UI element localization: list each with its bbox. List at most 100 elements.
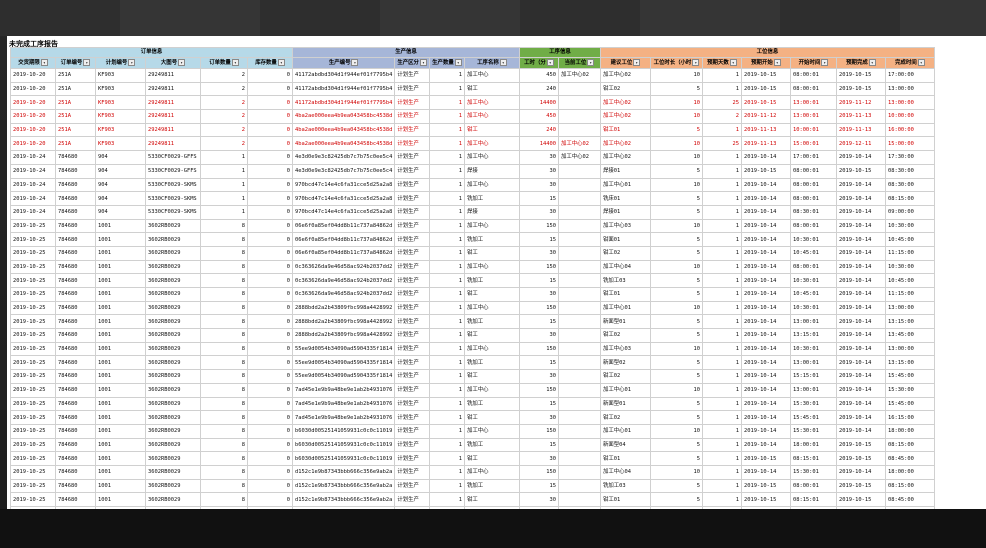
table-cell[interactable]: 铣加工 [463,396,520,412]
table-cell[interactable]: 1 [200,150,248,165]
table-cell[interactable]: 2019-10-14 [835,259,886,275]
table-cell[interactable]: 加工中心01 [599,423,651,439]
table-cell[interactable]: 1001 [95,369,146,384]
table-cell[interactable]: 钳工02 [599,369,651,384]
table-cell[interactable]: 10 [649,95,703,111]
table-cell[interactable]: 0 [247,259,293,275]
table-cell[interactable]: 1 [428,204,465,220]
table-cell[interactable]: 1001 [95,232,146,247]
table-cell[interactable]: 15:30:01 [789,396,837,412]
table-cell[interactable]: 08:00:01 [789,259,837,275]
table-cell[interactable]: 29249811 [145,95,201,111]
table-cell[interactable]: 1 [428,410,465,425]
table-cell[interactable]: 14400 [518,136,559,152]
table-cell[interactable]: 2019-10-15 [835,478,886,494]
table-cell[interactable]: 计划生产 [394,150,430,165]
table-cell[interactable]: 1 [428,150,465,165]
table-cell[interactable]: 30 [518,150,559,165]
table-cell[interactable]: 15:30:00 [884,382,935,398]
table-cell[interactable]: 1 [428,314,465,330]
table-cell[interactable]: 2019-10-14 [835,287,886,302]
table-cell[interactable]: 10:45:00 [884,273,935,288]
table-cell[interactable]: 0 [247,204,293,220]
table-cell[interactable]: 1001 [95,287,146,302]
table-cell[interactable]: 1 [701,81,742,97]
table-cell[interactable]: 2019-10-25 [10,396,56,412]
table-cell[interactable]: 784680 [55,451,96,466]
table-cell[interactable]: 1 [701,451,742,466]
table-cell[interactable]: 1 [701,369,742,384]
table-cell[interactable]: 3602RB0029 [145,232,201,247]
table-cell[interactable]: 3602RB0029 [145,245,201,261]
table-cell[interactable]: 450 [518,68,559,83]
table-cell[interactable]: 13:45:00 [884,328,935,343]
table-cell[interactable]: 3602RB0029 [145,273,201,288]
table-cell[interactable] [557,492,601,507]
table-cell[interactable]: 1 [701,328,742,343]
table-cell[interactable]: 10 [649,382,703,398]
table-cell[interactable]: 08:45:00 [884,492,935,507]
table-cell[interactable]: 08:30:00 [884,163,935,179]
table-cell[interactable]: 5 [649,273,703,288]
table-cell[interactable]: 1 [701,396,742,412]
table-cell[interactable]: 加工中心 [463,95,520,111]
table-cell[interactable]: 铣加工 [463,437,520,453]
table-cell[interactable]: 13:00:00 [884,341,935,357]
table-cell[interactable]: 8 [200,245,248,261]
table-cell[interactable]: 1 [428,232,465,247]
table-cell[interactable]: 1001 [95,437,146,453]
table-cell[interactable]: 17:00:00 [884,68,935,83]
table-cell[interactable]: 3602RB0029 [145,410,201,425]
table-cell[interactable]: 0 [247,68,293,83]
table-cell[interactable]: 784680 [55,177,96,193]
table-cell[interactable]: 钳工 [463,245,520,261]
table-cell[interactable]: 0 [247,423,293,439]
table-cell[interactable]: 计划生产 [394,191,430,206]
table-cell[interactable]: 0 [247,437,293,453]
table-cell[interactable]: 08:30:01 [789,204,837,220]
table-cell[interactable]: 新面型01 [599,314,651,330]
table-cell[interactable]: 784680 [55,437,96,453]
table-cell[interactable]: 1001 [95,300,146,316]
table-cell[interactable]: 8 [200,478,248,494]
table-cell[interactable]: 784680 [55,218,96,234]
table-cell[interactable]: 加工中心02 [599,136,651,152]
table-cell[interactable]: 1 [428,273,465,288]
table-cell[interactable]: 计划生产 [394,259,430,275]
table-cell[interactable]: 17:00:01 [789,150,837,165]
table-cell[interactable]: 2019-10-14 [835,464,886,480]
table-row[interactable]: 2019-10-20 251A KF903 29249811 2 0 41172abdbd3… [10,95,935,111]
table-cell[interactable]: 1001 [95,314,146,330]
table-cell[interactable]: 1 [701,245,742,261]
table-cell[interactable]: 钳工02 [599,81,651,97]
table-cell[interactable]: 2019-10-14 [740,464,791,480]
column-header[interactable]: 生产区分 ▾ [394,57,430,69]
column-header[interactable]: 建议工位 ▾ [599,57,651,69]
table-cell[interactable]: 1 [428,423,465,439]
dropdown-filter-icon[interactable]: ▾ [454,59,462,66]
table-cell[interactable] [557,355,601,371]
table-cell[interactable]: 10:00:00 [884,109,935,124]
table-cell[interactable]: 5 [649,81,703,97]
table-cell[interactable]: 1 [428,328,465,343]
table-cell[interactable]: 251A [55,81,96,97]
table-cell[interactable]: 1 [701,122,742,138]
table-cell[interactable]: 3602RB0029 [145,437,201,453]
table-cell[interactable]: 2 [200,81,248,97]
table-cell[interactable]: 2019-10-20 [10,95,56,111]
column-header[interactable]: 当前工位 ▾ [557,57,601,69]
table-cell[interactable]: 1 [701,287,742,302]
table-cell[interactable]: 7ad45e1e9b9a48be9e1ab2b4931076 [291,410,396,425]
table-cell[interactable]: 41172abdbd304d1f944ef01f7795b4 [291,68,396,83]
table-cell[interactable]: 10:30:00 [884,218,935,234]
table-cell[interactable]: 8 [200,492,248,507]
table-cell[interactable] [557,204,601,220]
table-cell[interactable]: 5 [649,328,703,343]
table-cell[interactable]: 10 [649,177,703,193]
column-header[interactable]: 大图号 ▾ [145,57,201,69]
table-cell[interactable]: 1 [428,163,465,179]
table-cell[interactable]: 8 [200,437,248,453]
table-cell[interactable]: 1001 [95,396,146,412]
table-cell[interactable]: 2019-10-25 [10,245,56,261]
table-cell[interactable]: 784680 [55,478,96,494]
